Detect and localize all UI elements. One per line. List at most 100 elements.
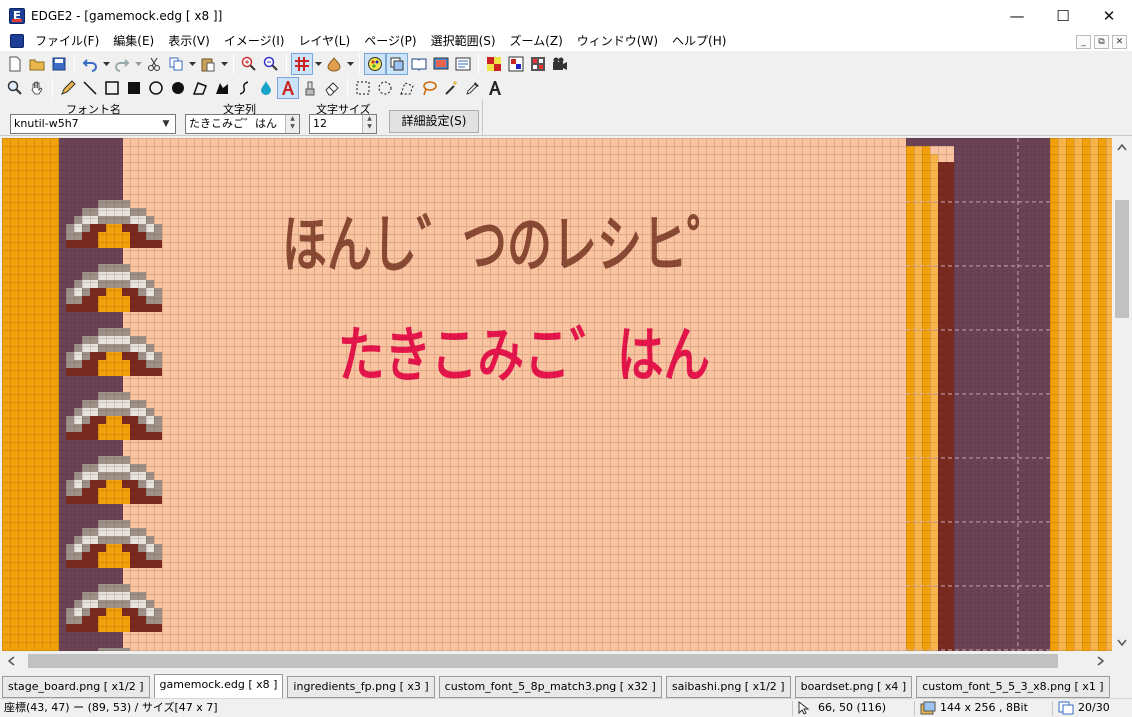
- zoom-in-icon[interactable]: [238, 53, 260, 75]
- cursor-position: 66, 50 (116): [818, 701, 887, 714]
- redo-dropdown-icon[interactable]: [133, 53, 143, 75]
- toolbar-separator: [359, 54, 360, 74]
- filled-rectangle-icon[interactable]: [123, 77, 145, 99]
- menu-edit[interactable]: 編集(E): [106, 31, 161, 51]
- rectangle-icon[interactable]: [101, 77, 123, 99]
- undo-icon[interactable]: [79, 53, 101, 75]
- detail-settings-button[interactable]: 詳細設定(S): [389, 110, 479, 133]
- onion-skin-icon[interactable]: [323, 53, 345, 75]
- tab-gamemock[interactable]: gamemock.edg [ x8 ]: [153, 674, 284, 698]
- grid-dropdown-icon[interactable]: [313, 53, 323, 75]
- paste-dropdown-icon[interactable]: [219, 53, 229, 75]
- rect-select-icon[interactable]: [352, 77, 374, 99]
- tab-custom-font-553[interactable]: custom_font_5_5_3_x8.png [ x1 ]: [916, 676, 1110, 698]
- open-folder-icon[interactable]: [26, 53, 48, 75]
- menu-file[interactable]: ファイル(F): [28, 31, 106, 51]
- chevron-down-icon[interactable]: ▼: [158, 116, 174, 132]
- magic-wand-icon[interactable]: [440, 77, 462, 99]
- transparency-icon[interactable]: [483, 53, 505, 75]
- book-icon[interactable]: [408, 53, 430, 75]
- menu-view[interactable]: 表示(V): [161, 31, 217, 51]
- font-settings-bar: フォント名 knutil-w5h7 ▼ 文字列 たきこみご゛はん ▲ ▼ 文字サイ…: [0, 100, 1132, 136]
- menu-zoom[interactable]: ズーム(Z): [503, 31, 570, 51]
- size-spin-arrows-icon[interactable]: ▲ ▼: [362, 115, 376, 133]
- mdi-minimize-button[interactable]: _: [1076, 35, 1091, 49]
- color-replace-icon[interactable]: [505, 53, 527, 75]
- status-divider: [914, 701, 915, 716]
- font-icon[interactable]: [484, 77, 506, 99]
- animation-icon[interactable]: [549, 53, 571, 75]
- eraser-icon[interactable]: [321, 77, 343, 99]
- onion-dropdown-icon[interactable]: [345, 53, 355, 75]
- menu-help[interactable]: ヘルプ(H): [665, 31, 733, 51]
- minimize-button[interactable]: —: [994, 0, 1040, 31]
- toolbar-separator: [286, 54, 287, 74]
- menu-image[interactable]: イメージ(I): [217, 31, 292, 51]
- info-panel-icon[interactable]: [452, 53, 474, 75]
- font-size-input[interactable]: 12 ▲ ▼: [309, 114, 377, 134]
- filled-ellipse-icon[interactable]: [167, 77, 189, 99]
- ellipse-icon[interactable]: [145, 77, 167, 99]
- text-string-value: たきこみご゛はん: [189, 117, 277, 130]
- layers-panel-icon[interactable]: [386, 53, 408, 75]
- polygon-select-icon[interactable]: [396, 77, 418, 99]
- text-string-input[interactable]: たきこみご゛はん ▲ ▼: [185, 114, 300, 134]
- stamp-icon[interactable]: [299, 77, 321, 99]
- grid-toggle-icon[interactable]: [291, 53, 313, 75]
- hand-icon[interactable]: [26, 77, 48, 99]
- window-title: EDGE2 - [gamemock.edg [ x8 ]]: [31, 8, 223, 23]
- document-icon[interactable]: [10, 34, 24, 48]
- redo-icon[interactable]: [111, 53, 133, 75]
- copy-dropdown-icon[interactable]: [187, 53, 197, 75]
- fill-drop-icon[interactable]: [255, 77, 277, 99]
- line-icon[interactable]: [79, 77, 101, 99]
- close-button[interactable]: ✕: [1086, 0, 1132, 31]
- tab-stage-board[interactable]: stage_board.png [ x1/2 ]: [2, 676, 150, 698]
- tab-boardset[interactable]: boardset.png [ x4 ]: [794, 676, 913, 698]
- cut-icon[interactable]: [143, 53, 165, 75]
- tab-custom-font-match3[interactable]: custom_font_5_8p_match3.png [ x32 ]: [438, 676, 662, 698]
- tab-saibashi[interactable]: saibashi.png [ x1/2 ]: [665, 676, 791, 698]
- pencil-icon[interactable]: [57, 77, 79, 99]
- curve-icon[interactable]: [233, 77, 255, 99]
- horizontal-scrollbar[interactable]: [0, 651, 1112, 671]
- text-tool-icon[interactable]: [277, 77, 299, 99]
- menu-window[interactable]: ウィンドウ(W): [570, 31, 665, 51]
- save-icon[interactable]: [48, 53, 70, 75]
- filled-polygon-icon[interactable]: [211, 77, 233, 99]
- menu-page[interactable]: ページ(P): [357, 31, 423, 51]
- image-size-icon: [920, 701, 936, 715]
- image-info: 144 x 256 , 8Bit: [940, 701, 1028, 714]
- magnifier-icon[interactable]: [4, 77, 26, 99]
- pixel-canvas[interactable]: ほんし゛つのレシヒ゜たきこみこ゛はん: [2, 138, 1112, 651]
- main-toolbar: [0, 51, 1132, 77]
- copy-icon[interactable]: [165, 53, 187, 75]
- new-file-icon[interactable]: [4, 53, 26, 75]
- film-strip-icon[interactable]: [527, 53, 549, 75]
- fontbar-divider: [482, 100, 483, 136]
- maximize-button[interactable]: ☐: [1040, 0, 1086, 31]
- horizontal-scroll-thumb: [28, 654, 1058, 668]
- vertical-scrollbar[interactable]: [1112, 138, 1132, 651]
- font-size-value: 12: [313, 117, 327, 130]
- undo-dropdown-icon[interactable]: [101, 53, 111, 75]
- mdi-close-button[interactable]: ✕: [1112, 35, 1127, 49]
- paste-icon[interactable]: [197, 53, 219, 75]
- menu-bar: ファイル(F) 編集(E) 表示(V) イメージ(I) レイヤ(L) ページ(P…: [0, 31, 1132, 51]
- eyedropper-icon[interactable]: [462, 77, 484, 99]
- text-spin-arrows-icon[interactable]: ▲ ▼: [285, 115, 299, 133]
- page-counter: 20/30: [1078, 701, 1110, 714]
- menu-selection[interactable]: 選択範囲(S): [424, 31, 503, 51]
- ellipse-select-icon[interactable]: [374, 77, 396, 99]
- pixel-grid: [2, 138, 1112, 651]
- preview-icon[interactable]: [430, 53, 452, 75]
- palette-icon[interactable]: [364, 53, 386, 75]
- pages-icon: [1058, 701, 1074, 715]
- polygon-icon[interactable]: [189, 77, 211, 99]
- font-name-dropdown[interactable]: knutil-w5h7 ▼: [10, 114, 176, 134]
- mdi-restore-button[interactable]: ⧉: [1094, 35, 1109, 49]
- lasso-icon[interactable]: [418, 77, 440, 99]
- menu-layer[interactable]: レイヤ(L): [291, 31, 357, 51]
- zoom-out-icon[interactable]: [260, 53, 282, 75]
- tab-ingredients[interactable]: ingredients_fp.png [ x3 ]: [287, 676, 435, 698]
